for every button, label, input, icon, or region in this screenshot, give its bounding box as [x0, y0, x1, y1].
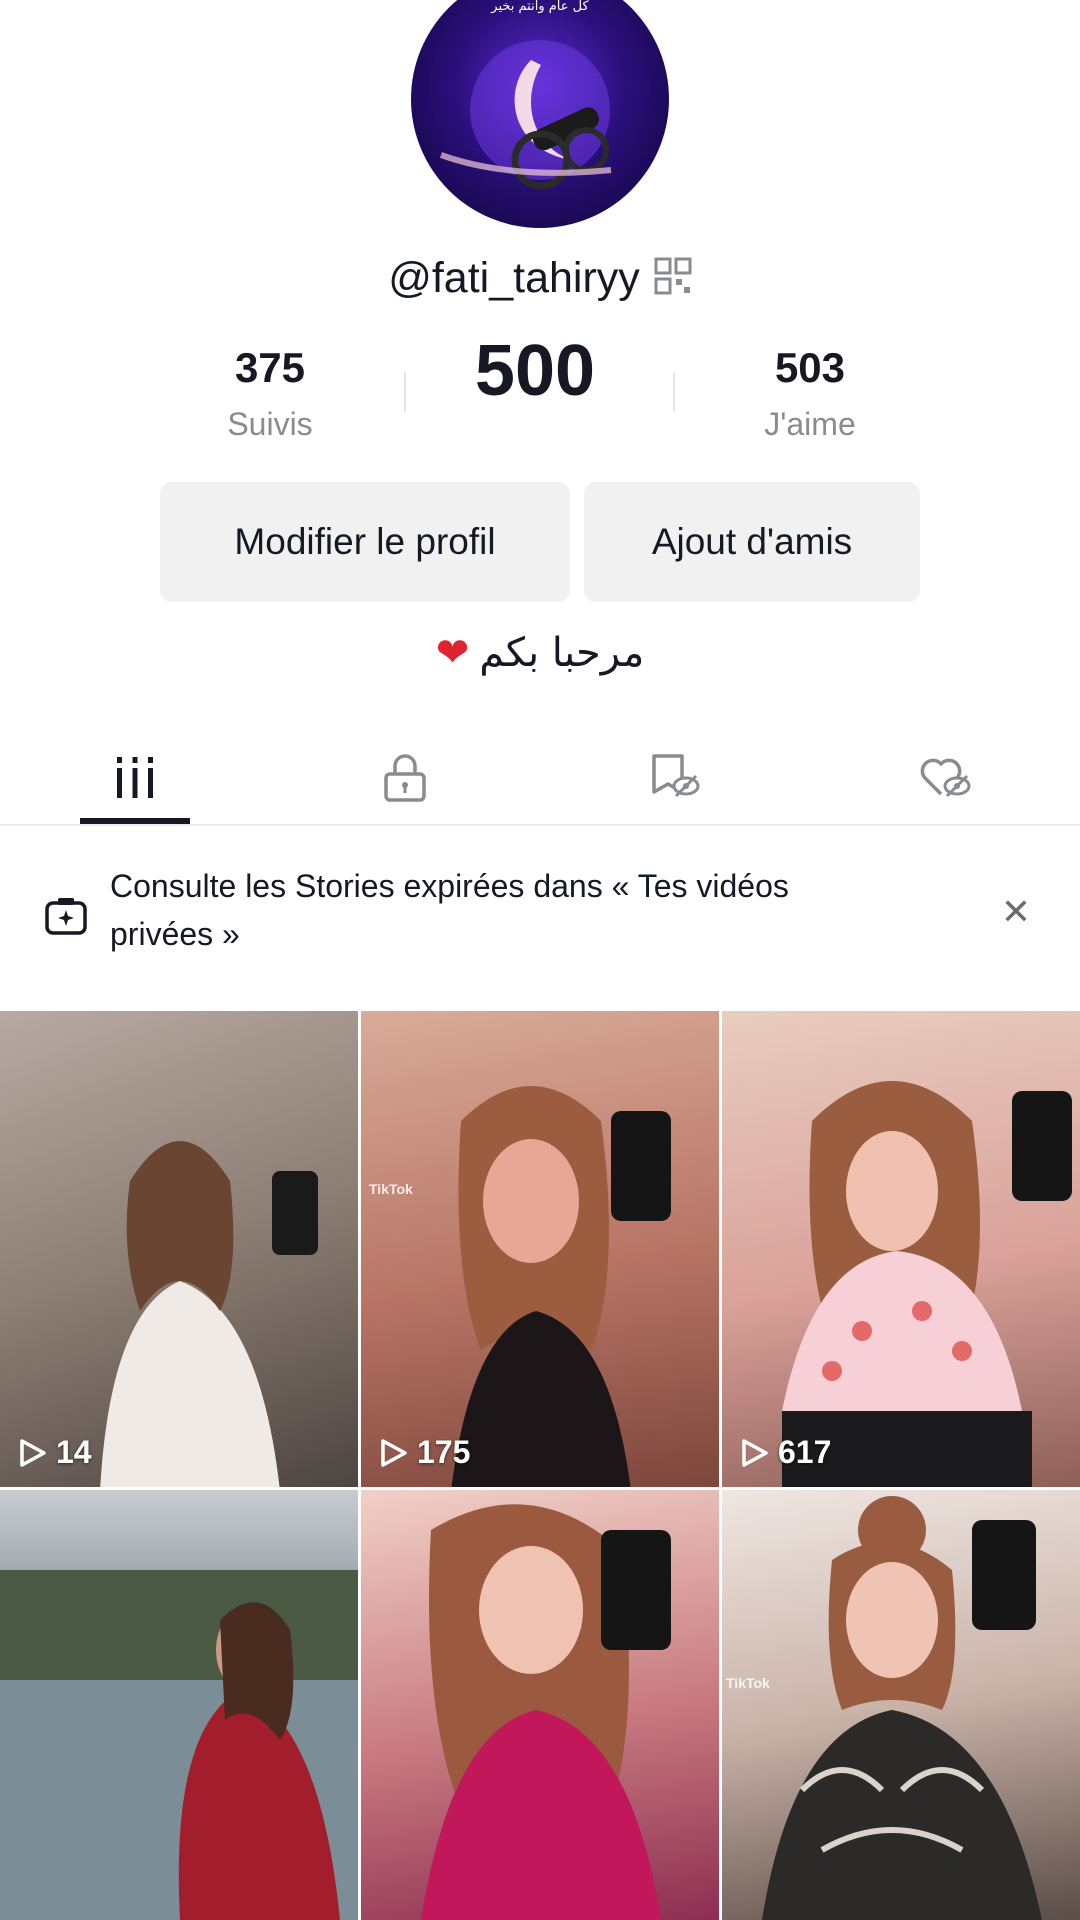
view-count-text: 14 [56, 1434, 92, 1470]
tab-private[interactable] [270, 730, 540, 824]
video-preview [0, 1570, 358, 1920]
following-count: 375 [234, 344, 306, 391]
play-icon [20, 1438, 46, 1467]
following-stat[interactable]: 375 Suivis [150, 344, 390, 443]
stats-divider [404, 372, 406, 412]
tab-saved[interactable] [540, 730, 810, 824]
play-icon [742, 1438, 768, 1467]
lock-icon [384, 754, 426, 802]
username-row: @fati_tahiryy [0, 248, 1080, 308]
video-preview [100, 1141, 318, 1487]
story-camera-icon [45, 898, 87, 935]
hidden-heart-icon [920, 758, 971, 798]
tiktok-watermark: TikTok [726, 1675, 770, 1691]
stories-banner-text: Consulte les Stories expirées dans « Tes… [110, 868, 789, 952]
qr-code-icon[interactable] [654, 257, 692, 300]
following-label: Suivis [227, 406, 313, 442]
likes-label: J'aime [764, 406, 856, 442]
grid-icon [117, 757, 153, 798]
profile-tabs [0, 730, 1080, 826]
video-preview [782, 1081, 1072, 1487]
play-icon [381, 1438, 407, 1467]
stories-banner[interactable]: Consulte les Stories expirées dans « Tes… [0, 860, 1080, 980]
view-count-text: 617 [778, 1434, 832, 1470]
tab-liked[interactable] [810, 730, 1080, 824]
video-grid: 14 TikTok 175 617 TikTok [0, 1011, 1080, 1920]
followers-count[interactable]: 500 [415, 330, 655, 412]
video-thumbnail[interactable]: TikTok 175 [361, 1011, 719, 1487]
stats-divider [673, 372, 675, 412]
profile-avatar[interactable]: كل عام وانتم بخير [411, 0, 669, 228]
view-count: 617 [738, 1434, 831, 1471]
username: @fati_tahiryy [388, 253, 640, 302]
video-thumbnail[interactable] [0, 1490, 358, 1920]
hidden-bookmark-icon [652, 754, 700, 798]
tiktok-watermark: TikTok [369, 1181, 413, 1197]
video-preview [451, 1086, 671, 1487]
tab-videos[interactable] [0, 730, 270, 824]
edit-profile-button[interactable]: Modifier le profil [160, 482, 570, 602]
view-count: 175 [377, 1434, 470, 1471]
bio-text: مرحبا بكم [479, 630, 645, 676]
video-thumbnail[interactable]: 14 [0, 1011, 358, 1487]
video-preview [421, 1504, 671, 1920]
close-icon[interactable]: ✕ [994, 890, 1038, 934]
video-thumbnail[interactable] [361, 1490, 719, 1920]
red-heart-icon: ❤ [435, 630, 470, 676]
bio: مرحبا بكم❤ [0, 630, 1080, 676]
video-thumbnail[interactable]: 617 [722, 1011, 1080, 1487]
active-tab-indicator [80, 818, 190, 824]
likes-stat[interactable]: 503 J'aime [690, 344, 930, 443]
avatar-illustration: كل عام وانتم بخير [439, 0, 612, 190]
view-count: 14 [16, 1434, 92, 1471]
video-thumbnail[interactable]: TikTok [722, 1490, 1080, 1920]
video-preview [762, 1496, 1042, 1920]
profile-stats: 375 Suivis 500 503 J'aime [0, 330, 1080, 450]
add-friends-button[interactable]: Ajout d'amis [584, 482, 920, 602]
likes-count: 503 [774, 344, 846, 391]
view-count-text: 175 [417, 1434, 471, 1470]
avatar-caption: كل عام وانتم بخير [490, 0, 589, 14]
